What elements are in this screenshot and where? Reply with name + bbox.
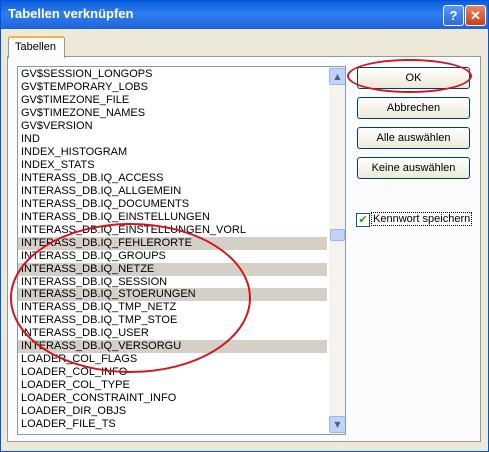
- list-item[interactable]: IND: [18, 133, 327, 146]
- list-item[interactable]: INTERASS_DB.IQ_DOCUMENTS: [18, 198, 327, 211]
- select-none-button[interactable]: Keine auswählen: [357, 157, 470, 179]
- list-item[interactable]: INDEX_STATS: [18, 159, 327, 172]
- list-item[interactable]: LOADER_FILE_TS: [18, 418, 327, 431]
- list-item[interactable]: GV$TEMPORARY_LOBS: [18, 81, 327, 94]
- cancel-button[interactable]: Abbrechen: [357, 97, 470, 119]
- help-icon[interactable]: ?: [443, 5, 464, 26]
- list-item[interactable]: GV$SESSION_LONGOPS: [18, 68, 327, 81]
- vertical-scrollbar[interactable]: ▲ ▼: [329, 67, 345, 434]
- select-all-button[interactable]: Alle auswählen: [357, 127, 470, 149]
- dialog-title: Tabellen verknüpfen: [8, 6, 134, 21]
- list-item[interactable]: LOADER_COL_TYPE: [18, 379, 327, 392]
- list-item[interactable]: GV$VERSION: [18, 120, 327, 133]
- tab-label: Tabellen: [15, 41, 56, 53]
- list-item[interactable]: INDEX_HISTOGRAM: [18, 146, 327, 159]
- list-item[interactable]: INTERASS_DB.IQ_EINSTELLUNGEN: [18, 211, 327, 224]
- scroll-down-icon[interactable]: ▼: [329, 416, 345, 433]
- list-item[interactable]: INTERASS_DB.IQ_ACCESS: [18, 172, 327, 185]
- scroll-up-icon[interactable]: ▲: [329, 68, 345, 85]
- list-item[interactable]: LOADER_DIR_OBJS: [18, 405, 327, 418]
- list-item[interactable]: GV$TIMEZONE_FILE: [18, 94, 327, 107]
- list-item[interactable]: GV$TIMEZONE_NAMES: [18, 107, 327, 120]
- ok-highlight-ring: [347, 59, 472, 93]
- scroll-thumb[interactable]: [330, 229, 345, 241]
- save-password-label[interactable]: Kennwort speichern: [371, 212, 473, 226]
- list-item[interactable]: INTERASS_DB.IQ_ALLGEMEIN: [18, 185, 327, 198]
- close-icon[interactable]: ✕: [465, 5, 486, 26]
- tab-tabellen[interactable]: Tabellen: [8, 36, 65, 58]
- list-item[interactable]: LOADER_CONSTRAINT_INFO: [18, 392, 327, 405]
- save-password-checkbox[interactable]: ✔: [356, 213, 370, 227]
- title-bar[interactable]: Tabellen verknüpfen ? ✕: [1, 1, 488, 29]
- tables-highlight-ring: [10, 223, 251, 373]
